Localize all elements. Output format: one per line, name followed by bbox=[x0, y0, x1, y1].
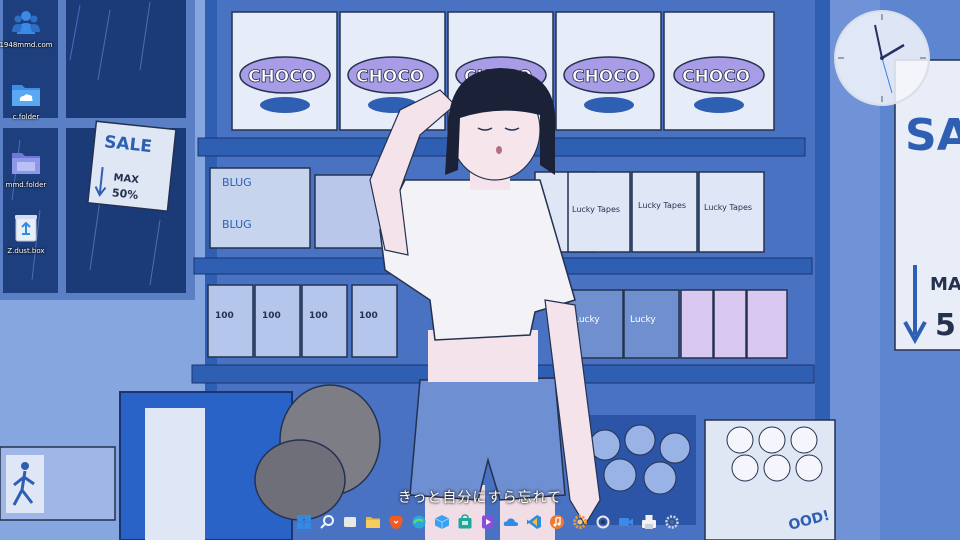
brave-browser-icon bbox=[388, 516, 403, 529]
exit-sign bbox=[0, 446, 116, 521]
svg-text:CHOCO: CHOCO bbox=[682, 67, 750, 87]
cloud-folder-icon bbox=[10, 78, 42, 110]
circle-app-button[interactable] bbox=[593, 513, 612, 532]
svg-text:BLUG: BLUG bbox=[222, 176, 252, 189]
file-explorer-icon bbox=[365, 517, 380, 528]
file-explorer-button[interactable] bbox=[363, 513, 382, 532]
svg-text:CHOCO: CHOCO bbox=[248, 67, 316, 87]
circle-app-icon bbox=[596, 515, 609, 529]
svg-text:5: 5 bbox=[935, 308, 956, 343]
store-app-icon bbox=[458, 514, 471, 529]
cube-app-button[interactable] bbox=[432, 513, 451, 532]
task-view-icon bbox=[343, 517, 356, 527]
desktop-icon-label: 1948mmd.com bbox=[0, 41, 53, 49]
onedrive-button[interactable] bbox=[501, 513, 520, 532]
desktop-icon-c-folder[interactable]: c.folder bbox=[0, 78, 52, 121]
svg-text:100: 100 bbox=[309, 311, 328, 321]
search-icon bbox=[319, 515, 334, 529]
media-player-icon bbox=[481, 515, 494, 529]
desktop-icon-label: Z.dust.box bbox=[7, 247, 45, 255]
task-view-button[interactable] bbox=[340, 513, 359, 532]
music-app-icon bbox=[549, 515, 564, 529]
desktop-icon-recycle-bin[interactable]: Z.dust.box bbox=[0, 212, 52, 255]
recycle-bin-icon bbox=[10, 212, 42, 244]
cube-app-icon bbox=[434, 515, 449, 529]
lucky-tapes-bags: Lucky Tapes Lucky Tapes Lucky Tapes bbox=[534, 171, 765, 253]
media-player-button[interactable] bbox=[478, 513, 497, 532]
analog-clock-widget[interactable] bbox=[832, 8, 932, 108]
svg-text:50%: 50% bbox=[111, 186, 139, 202]
svg-text:Lucky Tapes: Lucky Tapes bbox=[572, 205, 620, 214]
lucky-cans: Lucky Lucky bbox=[567, 289, 788, 359]
desktop-icon-1948mmd[interactable]: 1948mmd.com bbox=[0, 6, 53, 49]
svg-text:100: 100 bbox=[262, 311, 281, 321]
lyric-subtitle: きっと自分にすら忘れて bbox=[397, 490, 563, 506]
brave-browser-button[interactable] bbox=[386, 513, 405, 532]
edge-browser-icon bbox=[412, 515, 425, 529]
svg-text:100: 100 bbox=[359, 311, 378, 321]
search-button[interactable] bbox=[317, 513, 336, 532]
blug-boxes: BLUG BLUG bbox=[209, 167, 386, 249]
desktop-wallpaper: SALE MAX 50% CHOCO CHOCO CHOCO CHOCO CHO… bbox=[0, 0, 960, 540]
store-app-button[interactable] bbox=[455, 513, 474, 532]
user-group-icon bbox=[10, 6, 42, 38]
svg-text:CHOCO: CHOCO bbox=[572, 67, 640, 87]
vscode-button[interactable] bbox=[524, 513, 543, 532]
video-app-icon bbox=[618, 518, 633, 526]
windows-start-icon bbox=[296, 515, 311, 529]
desktop-icon-mmd-folder[interactable]: mmd.folder bbox=[0, 146, 52, 189]
sale-sign-small: SALE MAX 50% bbox=[86, 120, 177, 212]
taskbar bbox=[294, 511, 681, 533]
vscode-icon bbox=[526, 515, 541, 529]
desktop-icon-label: mmd.folder bbox=[5, 181, 47, 189]
svg-text:SA: SA bbox=[905, 110, 960, 161]
settings-icon bbox=[664, 515, 679, 529]
video-app-button[interactable] bbox=[616, 513, 635, 532]
folder-icon bbox=[10, 146, 42, 178]
music-app-button[interactable] bbox=[547, 513, 566, 532]
printer-app-button[interactable] bbox=[639, 513, 658, 532]
start-button[interactable] bbox=[294, 513, 313, 532]
svg-text:Lucky Tapes: Lucky Tapes bbox=[638, 201, 686, 210]
svg-text:MA: MA bbox=[930, 274, 960, 295]
gear-app-button[interactable] bbox=[570, 513, 589, 532]
settings-button[interactable] bbox=[662, 513, 681, 532]
onedrive-icon bbox=[503, 518, 518, 526]
svg-text:BLUG: BLUG bbox=[222, 218, 252, 231]
svg-text:Lucky: Lucky bbox=[630, 315, 656, 325]
edge-browser-button[interactable] bbox=[409, 513, 428, 532]
milk-cartons: 100 100 100 100 bbox=[207, 284, 398, 358]
svg-text:CHOCO: CHOCO bbox=[356, 67, 424, 87]
svg-text:100: 100 bbox=[215, 311, 234, 321]
gear-app-icon bbox=[572, 515, 587, 529]
toilet-paper-box: OOD! bbox=[704, 419, 836, 540]
printer-app-icon bbox=[641, 515, 656, 529]
desktop-icon-label: c.folder bbox=[12, 113, 40, 121]
svg-text:Lucky Tapes: Lucky Tapes bbox=[704, 203, 752, 212]
